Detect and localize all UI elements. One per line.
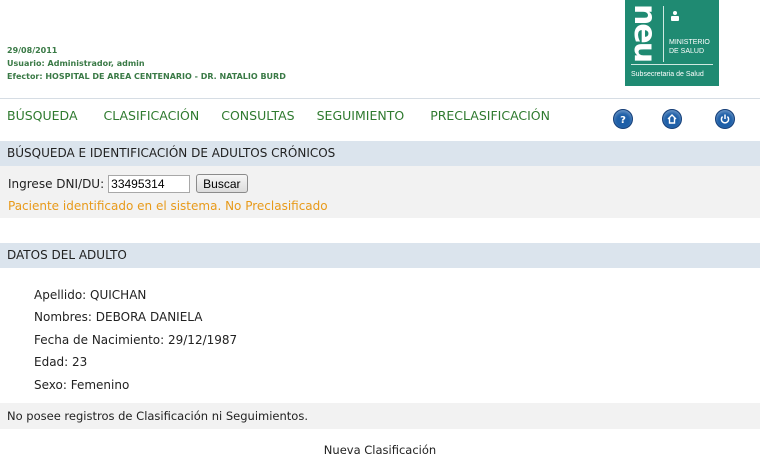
dni-label: Ingrese DNI/DU:	[8, 176, 105, 191]
edad-field: Edad: 23	[34, 355, 88, 370]
power-icon[interactable]	[715, 109, 735, 129]
logo-divider	[663, 6, 664, 62]
logo-ministry-line2: DE SALUD	[669, 48, 705, 55]
crest-icon	[671, 11, 679, 21]
sexo-field: Sexo: Femenino	[34, 377, 130, 392]
current-date: 29/08/2011	[7, 46, 58, 55]
search-row: Ingrese DNI/DU: Buscar	[8, 174, 248, 193]
help-icon[interactable]: ?	[613, 109, 633, 129]
ministry-logo: neu MINISTERIO DE SALUD Subsecretaria de…	[625, 0, 719, 86]
apellido-field: Apellido: QUICHAN	[34, 288, 147, 302]
logo-hdivider	[631, 64, 713, 65]
search-section-title: BÚSQUEDA E IDENTIFICACIÓN DE ADULTOS CRÓ…	[0, 141, 760, 166]
nombres-field: Nombres: DEBORA DANIELA	[34, 310, 203, 325]
adult-section-title: DATOS DEL ADULTO	[0, 243, 760, 268]
nav-consultas[interactable]: CONSULTAS	[221, 108, 294, 123]
no-records-message: No posee registros de Clasificación ni S…	[0, 403, 760, 429]
logo-ministry: MINISTERIO DE SALUD	[669, 38, 710, 56]
home-icon[interactable]	[662, 109, 682, 129]
nav-seguimiento[interactable]: SEGUIMIENTO	[317, 108, 405, 123]
logo-ministry-line1: MINISTERIO	[669, 39, 710, 46]
header-info: 29/08/2011 Usuario: Administrador, admin…	[7, 44, 286, 83]
search-button[interactable]: Buscar	[196, 174, 248, 193]
svg-text:?: ?	[620, 115, 626, 125]
adult-info: Apellido: QUICHAN Nombres: DEBORA DANIEL…	[34, 284, 237, 396]
status-message: Paciente identificado en el sistema. No …	[8, 199, 328, 213]
header-divider	[0, 98, 760, 99]
user-label: Usuario: Administrador, admin	[7, 59, 145, 68]
nav-clasificacion[interactable]: CLASIFICACIÓN	[104, 108, 200, 123]
logo-brand: neu	[627, 4, 662, 62]
nueva-clasificacion-link[interactable]: Nueva Clasificación	[0, 443, 760, 457]
logo-subsecretaria: Subsecretaria de Salud	[631, 71, 704, 78]
fecha-nacimiento-field: Fecha de Nacimiento: 29/12/1987	[34, 332, 238, 347]
dni-input[interactable]	[108, 174, 191, 193]
nav-preclasificacion[interactable]: PRECLASIFICACIÓN	[430, 108, 550, 123]
nav-busqueda[interactable]: BÚSQUEDA	[7, 108, 78, 123]
efector-label: Efector: HOSPITAL DE AREA CENTENARIO - D…	[7, 72, 286, 81]
main-nav: BÚSQUEDA CLASIFICACIÓN CONSULTAS SEGUIMI…	[7, 108, 550, 123]
